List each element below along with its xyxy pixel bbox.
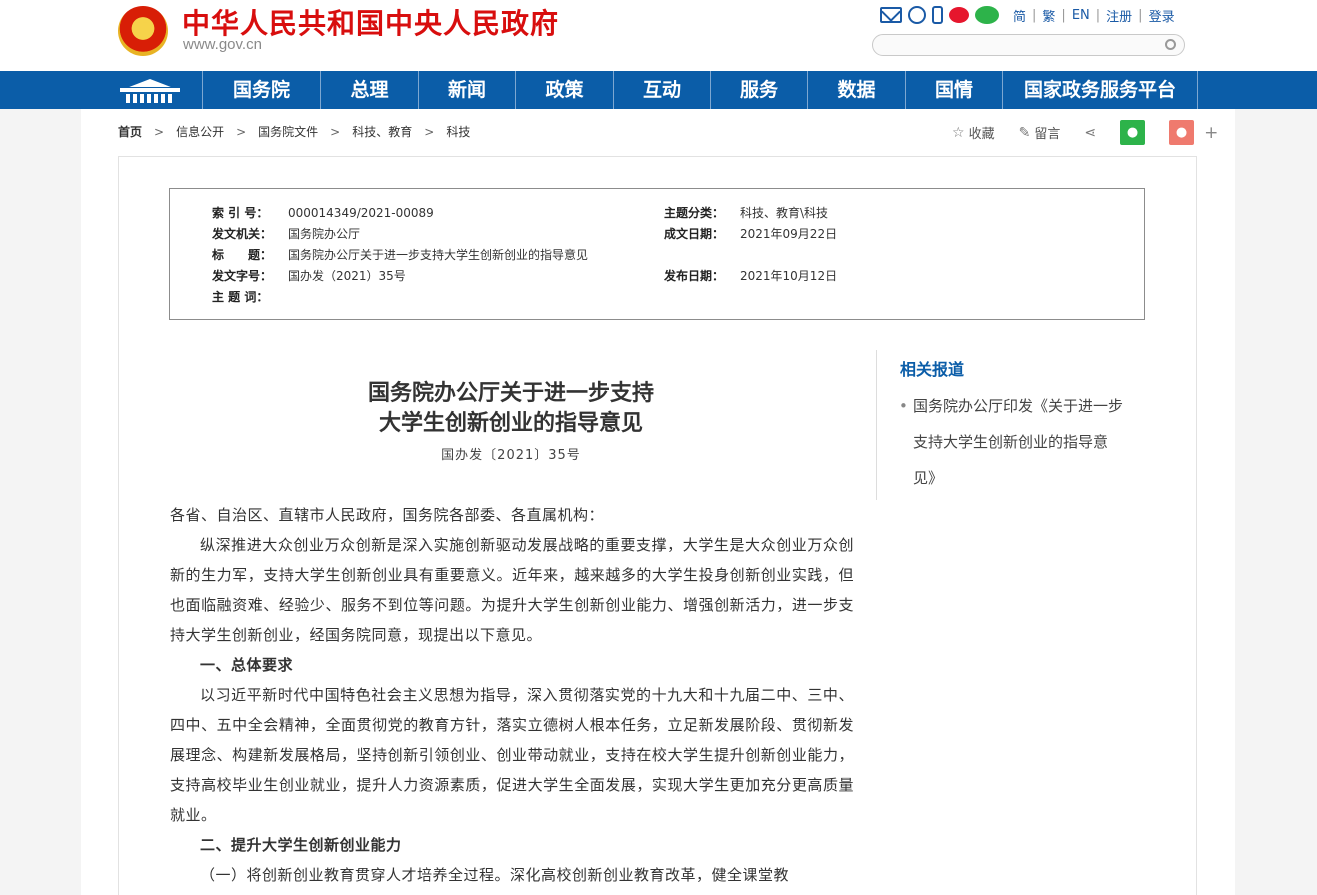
- wechat-icon[interactable]: [975, 6, 999, 24]
- message-icon[interactable]: [908, 6, 926, 24]
- link-login[interactable]: 登录: [1149, 6, 1175, 25]
- meta-value: 国办发（2021）35号: [288, 269, 406, 283]
- comment-button[interactable]: 留言: [1034, 123, 1060, 142]
- meta-row: 发文机关： 国务院办公厅 成文日期： 2021年09月22日: [170, 226, 1146, 242]
- chevron-right-icon: >: [236, 124, 247, 139]
- roof-shape: [129, 79, 171, 87]
- paragraph-text: 深化高校创新创业教育改革，健全课堂教: [510, 866, 790, 884]
- national-emblem-icon[interactable]: [118, 6, 168, 56]
- meta-label: 发文字号：: [212, 269, 273, 283]
- separator: |: [1095, 8, 1101, 23]
- meta-value: 国务院办公厅关于进一步支持大学生创新创业的指导意见: [288, 248, 589, 262]
- nav-item-service-platform[interactable]: 国家政务服务平台: [1002, 71, 1198, 109]
- nav-item-policy[interactable]: 政策: [515, 71, 613, 109]
- search-icon[interactable]: [1165, 39, 1176, 50]
- document-metadata: 索 引 号： 000014349/2021-00089 主题分类： 科技、教育\…: [169, 188, 1145, 320]
- meta-row: 索 引 号： 000014349/2021-00089 主题分类： 科技、教育\…: [170, 205, 1146, 221]
- meta-value: 科技、教育\科技: [740, 206, 829, 220]
- salutation: 各省、自治区、直辖市人民政府，国务院各部委、各直属机构：: [170, 506, 605, 524]
- share-bar: ☆ 收藏 ✎ 留言 ⋖ ● ● +: [952, 120, 1218, 145]
- section-heading: 二、提升大学生创新创业能力: [200, 836, 402, 854]
- main-nav: 国务院 总理 新闻 政策 互动 服务 数据 国情 国家政务服务平台: [0, 71, 1317, 109]
- search-input[interactable]: [872, 34, 1185, 56]
- tool-icons: [880, 5, 999, 25]
- paragraph: （一）将创新创业教育贯穿人才培养全过程。深化高校创新创业教育改革，健全课堂教: [170, 860, 854, 890]
- nav-item-news[interactable]: 新闻: [418, 71, 515, 109]
- meta-row: 发文字号： 国办发（2021）35号 发布日期： 2021年10月12日: [170, 268, 1146, 284]
- nav-item-state-council[interactable]: 国务院: [202, 71, 320, 109]
- share-icon[interactable]: ⋖: [1084, 125, 1096, 141]
- nav-item-service[interactable]: 服务: [710, 71, 807, 109]
- meta-label: 索 引 号：: [212, 206, 269, 220]
- meta-value: 2021年10月12日: [740, 269, 838, 283]
- link-traditional[interactable]: 繁: [1042, 6, 1055, 25]
- meta-label: 发布日期：: [664, 269, 725, 283]
- mail-icon[interactable]: [880, 7, 902, 23]
- more-share-icon[interactable]: +: [1204, 123, 1218, 143]
- share-wechat-icon[interactable]: ●: [1120, 120, 1146, 145]
- breadcrumb-info[interactable]: 信息公开: [176, 123, 224, 140]
- home-building-icon[interactable]: [118, 75, 182, 105]
- mobile-icon[interactable]: [932, 6, 943, 24]
- meta-value: 国务院办公厅: [288, 227, 361, 241]
- breadcrumb-sci-edu[interactable]: 科技、教育: [352, 123, 412, 140]
- article-title-line: 大学生创新创业的指导意见: [378, 410, 643, 436]
- paragraph: 以习近平新时代中国特色社会主义思想为指导，深入贯彻落实党的十九大和十九届二中、三…: [170, 686, 854, 824]
- chevron-right-icon: >: [154, 124, 165, 139]
- separator: |: [1138, 8, 1143, 23]
- meta-row: 主 题 词：: [170, 289, 1146, 305]
- breadcrumb: 首页 > 信息公开 > 国务院文件 > 科技、教育 > 科技: [118, 123, 470, 140]
- share-weibo-icon[interactable]: ●: [1169, 120, 1195, 145]
- separator: |: [1061, 8, 1066, 23]
- meta-label: 主 题 词：: [212, 290, 269, 304]
- meta-label: 发文机关：: [212, 227, 273, 241]
- building-shape: [120, 88, 180, 92]
- nav-item-premier[interactable]: 总理: [320, 71, 418, 109]
- related-reports: 相关报道 国务院办公厅印发《关于进一步支持大学生创新创业的指导意见》: [876, 350, 1146, 500]
- nav-item-data[interactable]: 数据: [807, 71, 905, 109]
- paragraph: 纵深推进大众创业万众创新是深入实施创新驱动发展战略的重要支撑，大学生是大众创业万…: [170, 536, 854, 644]
- article-title-line: 国务院办公厅关于进一步支持: [367, 380, 654, 406]
- meta-value: 2021年09月22日: [740, 227, 838, 241]
- favorite-button[interactable]: 收藏: [969, 123, 995, 142]
- nav-item-interact[interactable]: 互动: [613, 71, 710, 109]
- meta-label: 主题分类：: [664, 206, 725, 220]
- site-url[interactable]: www.gov.cn: [183, 36, 262, 53]
- top-links: 简 | 繁 | EN | 注册 | 登录: [1013, 6, 1175, 25]
- sub-heading: （一）将创新创业教育贯穿人才培养全过程。: [200, 866, 511, 884]
- star-icon[interactable]: ☆: [952, 125, 965, 141]
- meta-label: 标 题：: [212, 248, 273, 262]
- related-title: 相关报道: [900, 360, 965, 379]
- nav-items: 国务院 总理 新闻 政策 互动 服务 数据 国情 国家政务服务平台: [202, 71, 1198, 109]
- breadcrumb-docs[interactable]: 国务院文件: [258, 123, 318, 140]
- weibo-icon[interactable]: [949, 7, 969, 23]
- section-heading: 一、总体要求: [200, 656, 294, 674]
- breadcrumb-sci[interactable]: 科技: [446, 123, 470, 140]
- meta-row: 标 题： 国务院办公厅关于进一步支持大学生创新创业的指导意见: [170, 247, 1146, 263]
- link-simplified[interactable]: 简: [1013, 6, 1026, 25]
- meta-label: 成文日期：: [664, 227, 725, 241]
- chevron-right-icon: >: [330, 124, 341, 139]
- breadcrumb-home[interactable]: 首页: [118, 123, 142, 140]
- separator: |: [1032, 8, 1037, 23]
- nav-item-national[interactable]: 国情: [905, 71, 1002, 109]
- article-title: 国务院办公厅关于进一步支持 大学生创新创业的指导意见: [170, 378, 852, 438]
- site-header: 中华人民共和国中央人民政府 www.gov.cn 简 | 繁 | EN | 注册…: [0, 0, 1317, 71]
- meta-value: 000014349/2021-00089: [288, 206, 434, 220]
- columns-shape: [126, 94, 174, 103]
- link-register[interactable]: 注册: [1106, 6, 1132, 25]
- related-link[interactable]: 国务院办公厅印发《关于进一步支持大学生创新创业的指导意见》: [899, 388, 1127, 496]
- link-english[interactable]: EN: [1072, 8, 1090, 23]
- pencil-icon[interactable]: ✎: [1019, 125, 1031, 141]
- chevron-right-icon: >: [424, 124, 435, 139]
- article-body: 各省、自治区、直辖市人民政府，国务院各部委、各直属机构： 纵深推进大众创业万众创…: [170, 500, 854, 890]
- article-doc-number: 国办发〔2021〕35号: [441, 448, 581, 463]
